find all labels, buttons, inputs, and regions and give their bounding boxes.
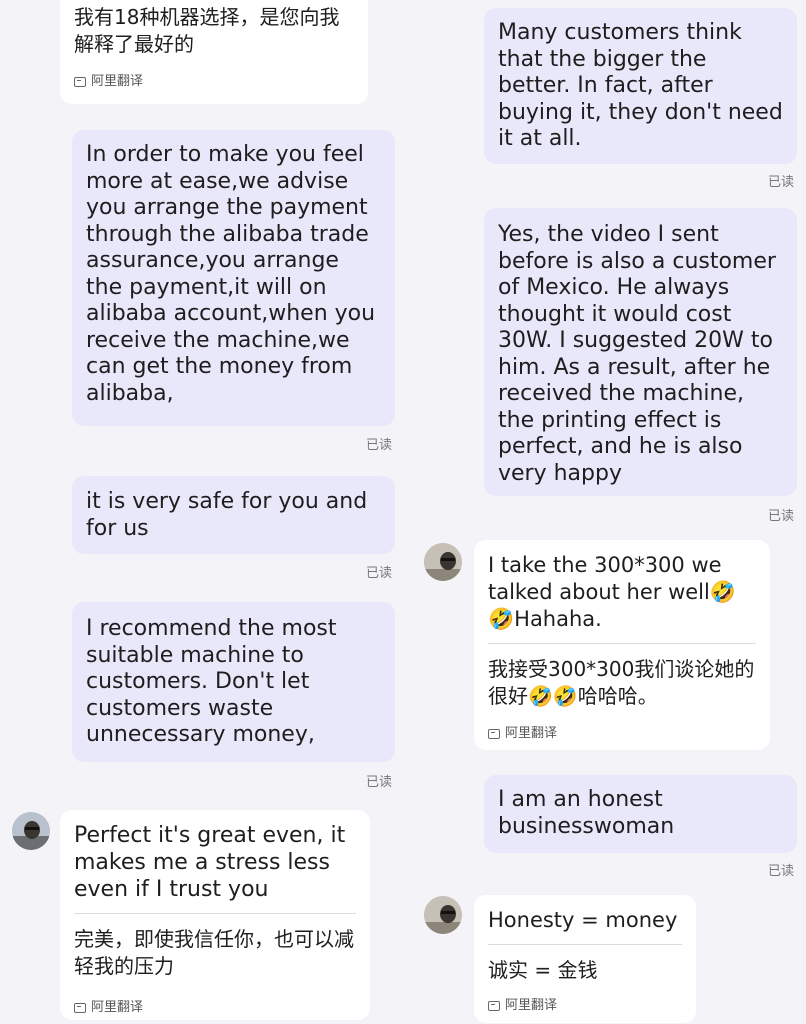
translation-tag: 阿里翻译: [74, 68, 354, 95]
message-original-text: Perfect it's great even, it makes me a s…: [74, 823, 346, 902]
outgoing-message-honest[interactable]: I am an honest businesswoman: [484, 775, 797, 853]
outgoing-message-bigger-better[interactable]: Many customers think that the bigger the…: [484, 8, 797, 164]
message-text: it is very safe for you and for us: [86, 489, 368, 541]
read-receipt: 已读: [768, 864, 795, 879]
message-text: I recommend the most suitable machine to…: [86, 616, 337, 747]
message-original-text: Honesty = money: [488, 908, 678, 932]
translate-icon: [74, 1002, 86, 1013]
translation-divider: [488, 643, 756, 644]
message-text: Many customers think that the bigger the…: [498, 20, 783, 151]
translation-tag-label: 阿里翻译: [91, 1000, 144, 1015]
read-receipt: 已读: [768, 509, 795, 524]
contact-avatar[interactable]: [12, 812, 50, 850]
translation-tag: 阿里翻译: [488, 992, 682, 1019]
translation-tag-label: 阿里翻译: [91, 74, 144, 89]
translation-divider: [74, 913, 356, 914]
message-translation-text: 完美，即使我信任你，也可以减轻我的压力: [74, 927, 354, 978]
read-receipt: 已读: [366, 566, 393, 581]
incoming-message-honesty[interactable]: Honesty = money 诚实 = 金钱 阿里翻译: [474, 895, 696, 1023]
translation-tag: 阿里翻译: [488, 720, 756, 747]
read-receipt: 已读: [366, 438, 393, 453]
message-text: I am an honest businesswoman: [498, 787, 675, 839]
message-text: Yes, the video I sent before is also a c…: [498, 222, 776, 486]
translation-tag-label: 阿里翻译: [505, 998, 558, 1013]
contact-avatar[interactable]: [424, 543, 462, 581]
translation-tag: 阿里翻译: [74, 994, 356, 1021]
message-original-text: 我有18种机器选择，是您向我解释了最好的: [74, 5, 340, 56]
avatar-image: [424, 543, 462, 581]
outgoing-message-payment-advice[interactable]: In order to make you feel more at ease,w…: [72, 130, 395, 426]
contact-avatar[interactable]: [424, 896, 462, 934]
avatar-image: [424, 896, 462, 934]
translate-icon: [74, 76, 86, 87]
read-receipt: 已读: [768, 175, 795, 190]
incoming-message-300x300[interactable]: I take the 300*300 we talked about her w…: [474, 540, 770, 750]
message-original-text: I take the 300*300 we talked about her w…: [488, 553, 736, 631]
outgoing-message-video-customer[interactable]: Yes, the video I sent before is also a c…: [484, 208, 797, 496]
avatar-image: [12, 812, 50, 850]
message-text: In order to make you feel more at ease,w…: [86, 142, 376, 406]
incoming-message-top-left[interactable]: 我有18种机器选择，是您向我解释了最好的 阿里翻译: [60, 0, 368, 104]
incoming-message-perfect[interactable]: Perfect it's great even, it makes me a s…: [60, 810, 370, 1020]
message-translation-text: 我接受300*300我们谈论她的很好🤣🤣哈哈哈。: [488, 657, 755, 708]
outgoing-message-recommend[interactable]: I recommend the most suitable machine to…: [72, 602, 395, 762]
translate-icon: [488, 1000, 500, 1011]
read-receipt: 已读: [366, 775, 393, 790]
translation-divider: [488, 944, 682, 945]
translate-icon: [488, 728, 500, 739]
translation-tag-label: 阿里翻译: [505, 726, 558, 741]
message-translation-text: 诚实 = 金钱: [488, 958, 598, 982]
outgoing-message-safe[interactable]: it is very safe for you and for us: [72, 476, 395, 554]
